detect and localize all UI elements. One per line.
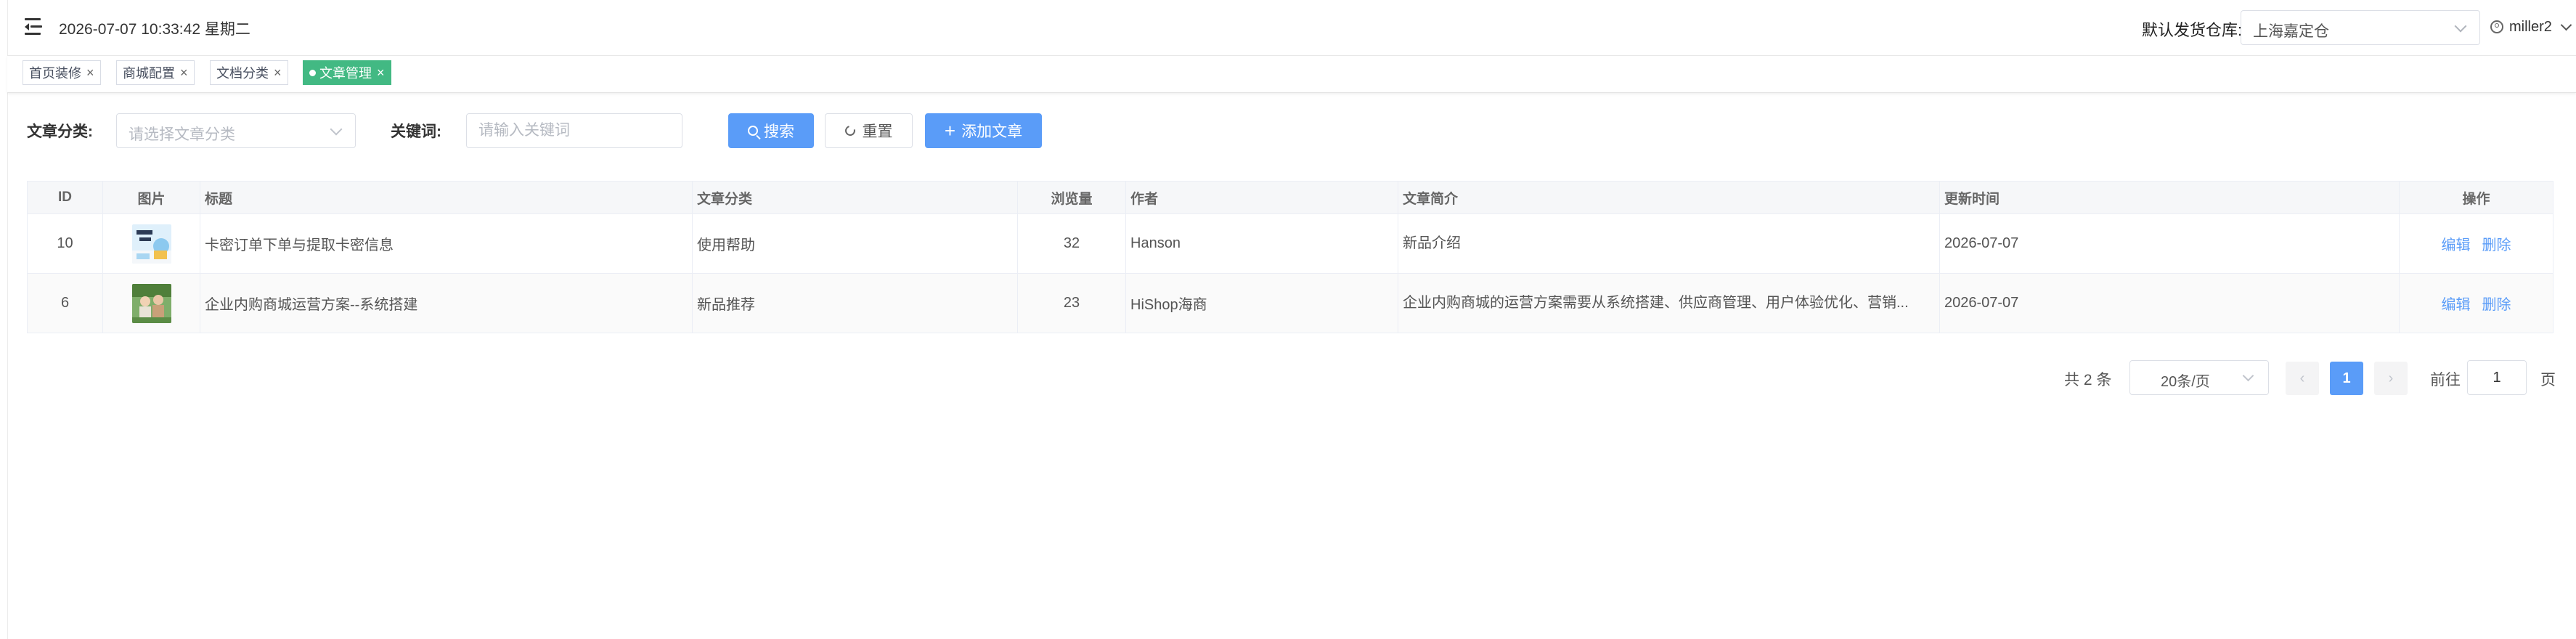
- reset-button[interactable]: 重置: [825, 113, 913, 148]
- tab-label: 首页装修: [29, 66, 81, 81]
- add-article-button[interactable]: + 添加文章: [925, 113, 1042, 148]
- cell-id: 6: [28, 274, 103, 333]
- column-header-title: 标题: [200, 182, 693, 213]
- prev-page-button[interactable]: ‹: [2286, 362, 2319, 395]
- cell-actions: 编辑 删除: [2400, 274, 2553, 333]
- warehouse-label: 默认发货仓库:: [2142, 21, 2243, 39]
- close-icon[interactable]: ×: [274, 65, 282, 81]
- goto-unit-label: 页: [2540, 372, 2556, 388]
- user-menu[interactable]: miller2: [2490, 15, 2572, 39]
- add-article-button-label: 添加文章: [961, 123, 1023, 140]
- cell-image: [103, 214, 200, 273]
- column-header-actions: 操作: [2462, 191, 2490, 207]
- tab-mall-config[interactable]: 商城配置 ×: [116, 60, 195, 85]
- active-dot-icon: [309, 69, 316, 76]
- cell-views: 23: [1018, 274, 1126, 333]
- table-header-row: ID 图片 标题 文章分类 浏览量 作者 文章简介 更新时间 操作: [28, 182, 2553, 214]
- category-select[interactable]: 请选择文章分类: [116, 113, 356, 148]
- column-header-author: 作者: [1126, 182, 1398, 213]
- edit-link[interactable]: 编辑: [2442, 293, 2471, 314]
- datetime-display: 2026-07-07 10:33:42 星期二: [59, 21, 250, 38]
- tab-label: 文章管理: [319, 66, 372, 81]
- tab-label: 商城配置: [123, 66, 175, 81]
- next-page-button[interactable]: ›: [2374, 362, 2408, 395]
- search-button[interactable]: 搜索: [728, 113, 814, 148]
- cell-title: 企业内购商城运营方案--系统搭建: [200, 274, 693, 333]
- top-header: 2026-07-07 10:33:42 星期二 默认发货仓库: 上海嘉定仓 mi…: [7, 0, 2576, 55]
- tab-label: 文档分类: [216, 66, 269, 81]
- chevron-down-icon: [330, 123, 343, 136]
- search-button-label: 搜索: [764, 123, 794, 140]
- cell-category: 新品推荐: [693, 274, 1018, 333]
- close-icon[interactable]: ×: [86, 65, 94, 81]
- summary-text: 企业内购商城的运营方案需要从系统搭建、供应商管理、用户体验优化、营销...: [1403, 295, 1909, 311]
- warehouse-select[interactable]: 上海嘉定仓: [2241, 10, 2480, 45]
- sidebar-edge: [0, 0, 8, 639]
- cell-id: 10: [28, 214, 103, 273]
- user-name: miller2: [2509, 18, 2552, 35]
- cell-summary: 企业内购商城的运营方案需要从系统搭建、供应商管理、用户体验优化、营销...: [1398, 274, 1940, 333]
- keyword-input[interactable]: [466, 113, 682, 148]
- chevron-down-icon: [2454, 20, 2467, 33]
- chevron-down-icon: [2560, 19, 2572, 30]
- user-icon: [2490, 20, 2503, 33]
- cell-views: 32: [1018, 214, 1126, 273]
- goto-label: 前往: [2430, 372, 2461, 388]
- column-header-category: 文章分类: [693, 182, 1018, 213]
- page-size-select[interactable]: 20条/页: [2129, 360, 2269, 395]
- cell-updated: 2026-07-07: [1940, 214, 2400, 273]
- tab-home-decoration[interactable]: 首页装修 ×: [23, 60, 101, 85]
- search-icon: [748, 126, 758, 136]
- cell-updated: 2026-07-07: [1940, 274, 2400, 333]
- chevron-down-icon: [2242, 370, 2254, 382]
- cell-title: 卡密订单下单与提取卡密信息: [200, 214, 693, 273]
- article-table: ID 图片 标题 文章分类 浏览量 作者 文章简介 更新时间 操作 10 卡密订…: [27, 181, 2553, 333]
- cell-author: HiShop海商: [1126, 274, 1398, 333]
- article-thumbnail[interactable]: [131, 224, 171, 264]
- table-row: 6 企业内购商城运营方案--系统搭建 新品推荐 23 HiShop海商 企业内购…: [28, 274, 2553, 333]
- warehouse-select-value: 上海嘉定仓: [2253, 23, 2329, 40]
- page-number-current[interactable]: 1: [2330, 362, 2363, 395]
- refresh-icon: [842, 123, 857, 138]
- table-row: 10 卡密订单下单与提取卡密信息 使用帮助 32 Hanson 新品介绍 202…: [28, 214, 2553, 274]
- cell-summary: 新品介绍: [1398, 214, 1940, 273]
- keyword-label: 关键词:: [391, 123, 441, 140]
- tags-view-bar: 首页装修 × 商城配置 × 文档分类 × 文章管理 ×: [7, 55, 2576, 93]
- category-filter-label: 文章分类:: [27, 123, 93, 140]
- delete-link[interactable]: 删除: [2482, 233, 2511, 254]
- summary-text: 新品介绍: [1403, 235, 1461, 251]
- column-header-views: 浏览量: [1018, 182, 1126, 213]
- cell-author: Hanson: [1126, 214, 1398, 273]
- close-icon[interactable]: ×: [377, 65, 385, 81]
- column-header-updated: 更新时间: [1940, 182, 2400, 213]
- plus-icon: +: [944, 120, 956, 142]
- cell-category: 使用帮助: [693, 214, 1018, 273]
- pagination-total: 共 2 条: [2064, 372, 2112, 388]
- tab-article-management[interactable]: 文章管理 ×: [303, 60, 391, 85]
- column-header-image: 图片: [103, 182, 200, 213]
- reset-button-label: 重置: [862, 123, 893, 140]
- close-icon[interactable]: ×: [180, 65, 188, 81]
- column-header-summary: 文章简介: [1398, 182, 1940, 213]
- cell-image: [103, 274, 200, 333]
- page-size-value: 20条/页: [2161, 374, 2210, 390]
- delete-link[interactable]: 删除: [2482, 293, 2511, 314]
- article-thumbnail[interactable]: [131, 283, 171, 323]
- column-header-id: ID: [28, 182, 103, 213]
- tab-doc-category[interactable]: 文档分类 ×: [210, 60, 288, 85]
- edit-link[interactable]: 编辑: [2442, 233, 2471, 254]
- goto-page-input[interactable]: [2467, 360, 2527, 395]
- category-select-placeholder: 请选择文章分类: [129, 126, 235, 143]
- cell-actions: 编辑 删除: [2400, 214, 2553, 273]
- menu-toggle-icon[interactable]: [25, 18, 46, 36]
